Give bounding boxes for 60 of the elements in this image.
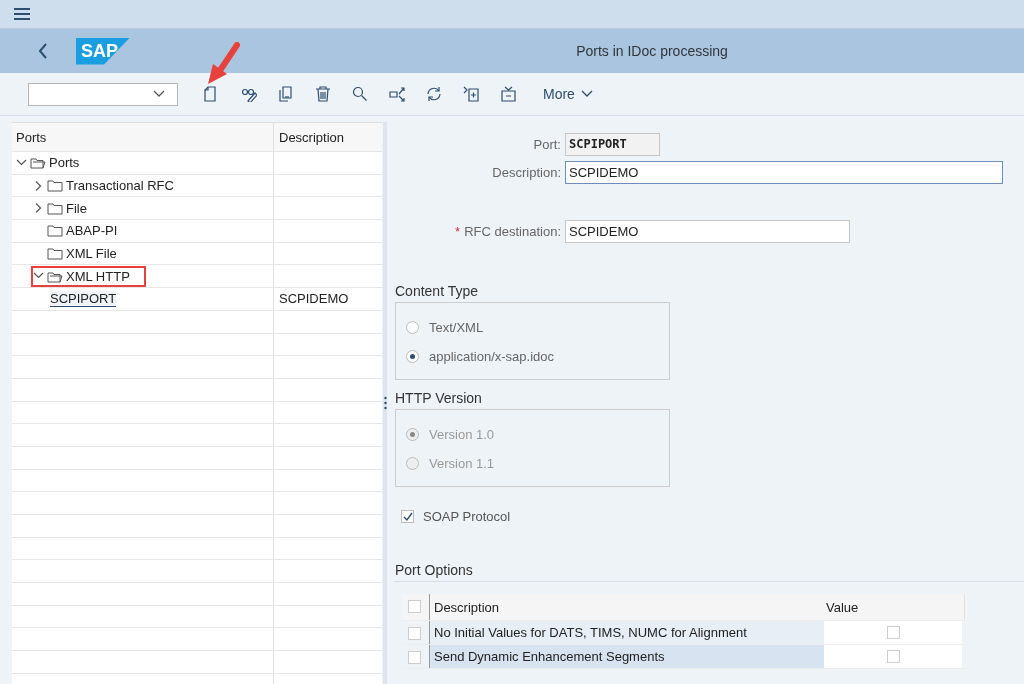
copy-icon xyxy=(277,86,294,102)
group-title: Content Type xyxy=(394,283,480,299)
select-all-checkbox[interactable] xyxy=(408,600,421,613)
required-asterisk: * xyxy=(455,223,461,239)
table-cell: Send Dynamic Enhancement Segments xyxy=(429,645,824,668)
checkbox[interactable] xyxy=(401,510,414,523)
radio-button[interactable] xyxy=(406,321,419,334)
refresh-icon xyxy=(425,86,442,102)
chevron-right-icon[interactable] xyxy=(33,203,44,214)
radio-label: Text/XML xyxy=(429,320,484,335)
chevron-right-icon[interactable] xyxy=(33,180,44,191)
checkbox[interactable] xyxy=(886,626,900,639)
folder-icon xyxy=(47,179,63,193)
grip-icon[interactable] xyxy=(383,396,387,410)
annotation-arrow xyxy=(205,42,241,86)
folder-icon xyxy=(47,247,63,261)
field-label: Description: xyxy=(492,164,561,180)
collapse-remove-icon xyxy=(499,86,516,102)
folder-icon xyxy=(47,201,63,215)
input-field[interactable]: SCPIDEMO xyxy=(565,160,1003,184)
checkbox-label: SOAP Protocol xyxy=(423,509,511,524)
table-cell: No Initial Values for DATS, TIMS, NUMC for Alignment xyxy=(429,621,824,644)
field-label: RFC destination: xyxy=(464,223,561,239)
tree-item[interactable]: Ports xyxy=(49,155,80,171)
column-header: Description xyxy=(278,128,346,147)
sap-logo: SAP xyxy=(76,37,130,65)
table-cell: SCPIDEMO xyxy=(279,291,349,307)
page-title: Ports in IDoc processing xyxy=(575,43,729,59)
group-title: HTTP Version xyxy=(394,390,483,406)
command-field[interactable] xyxy=(28,82,178,106)
chevron-down-icon[interactable] xyxy=(153,90,165,98)
search-icon xyxy=(351,86,368,102)
column-header: Ports xyxy=(12,123,274,151)
radio-button[interactable] xyxy=(406,350,419,363)
tree-item[interactable]: XML File xyxy=(66,246,117,262)
tree-item[interactable]: Transactional RFC xyxy=(66,178,174,194)
arrows-box-icon xyxy=(388,86,405,102)
radio-label: Version 1.1 xyxy=(429,456,495,471)
radio-label: Version 1.0 xyxy=(429,427,495,442)
tree-item[interactable]: File xyxy=(66,200,87,216)
input-field[interactable]: SCPIDEMO xyxy=(565,219,850,243)
readonly-field[interactable]: SCPIPORT xyxy=(565,132,660,156)
tree-item[interactable]: ABAP-PI xyxy=(66,223,118,239)
section-title: Port Options xyxy=(394,562,474,578)
checkbox[interactable] xyxy=(886,650,900,663)
field-label: Port: xyxy=(533,136,561,152)
tree-item[interactable]: SCPIPORT xyxy=(50,290,117,307)
open-folder-icon xyxy=(47,269,63,283)
chevron-down-icon[interactable] xyxy=(16,157,27,168)
open-folder-icon xyxy=(30,156,46,170)
radio-label: application/x-sap.idoc xyxy=(429,349,555,364)
tree-item[interactable]: XML HTTP xyxy=(66,268,130,284)
expand-add-icon xyxy=(462,86,479,102)
back-icon[interactable] xyxy=(38,43,48,59)
chevron-down-icon xyxy=(580,90,593,98)
menu-icon[interactable] xyxy=(14,8,30,20)
folder-icon xyxy=(47,224,63,238)
glasses-pencil-icon xyxy=(240,86,257,102)
trash-icon xyxy=(314,86,331,102)
more-button[interactable]: More xyxy=(537,85,599,103)
